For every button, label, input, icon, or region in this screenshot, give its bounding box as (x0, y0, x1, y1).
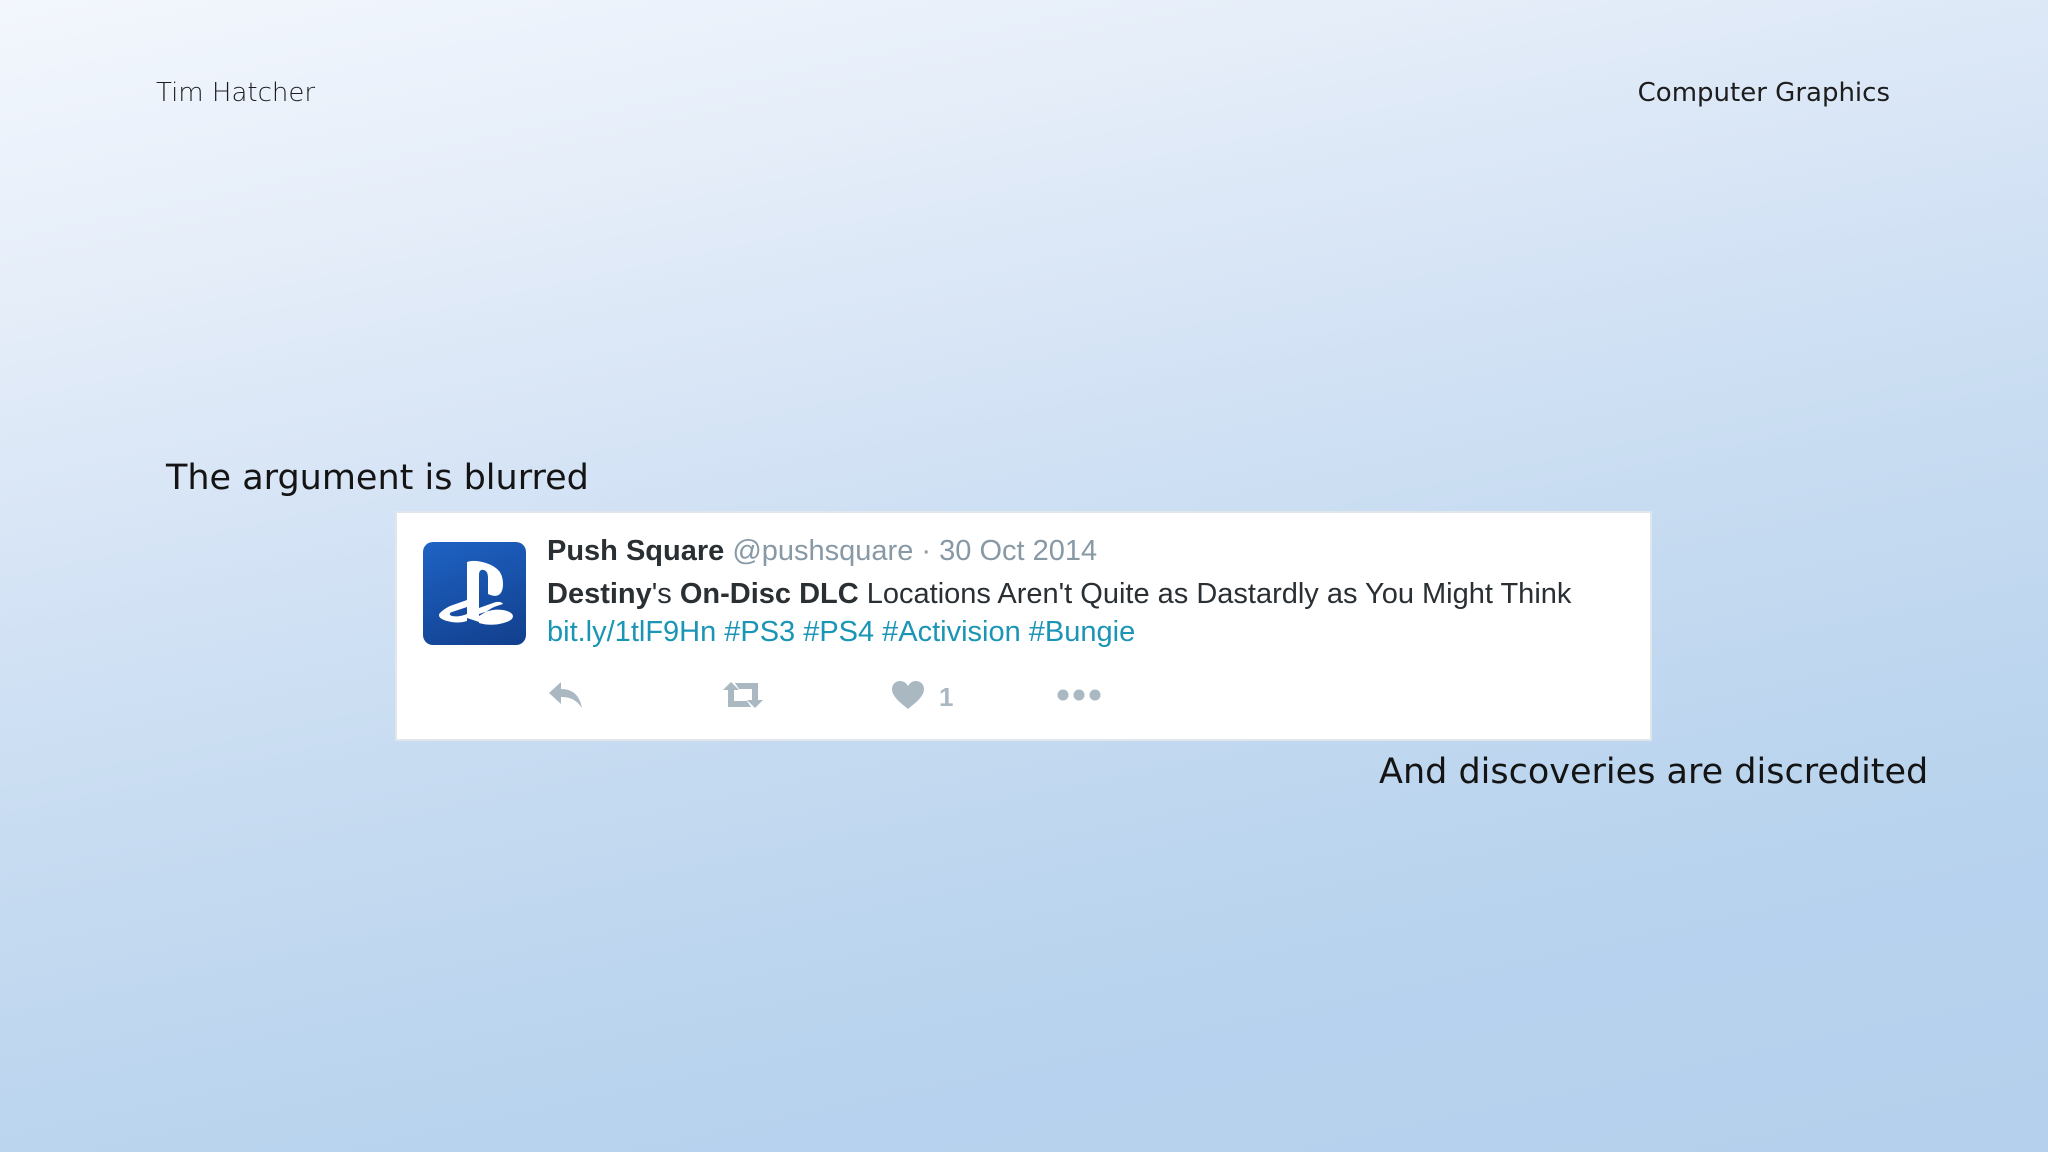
like-count: 1 (939, 681, 954, 712)
hashtag-ps3[interactable]: #PS3 (724, 616, 795, 648)
tweet-date[interactable]: 30 Oct 2014 (939, 535, 1097, 567)
tweet-links: bit.ly/1tlF9Hn #PS3 #PS4 #Activision #Bungie (547, 613, 1143, 651)
tweet-card: Push Square @pushsquare · 30 Oct 2014 De… (395, 511, 1652, 741)
playstation-logo-icon[interactable] (423, 542, 526, 645)
tweet-text-plain-2: Locations Aren't Quite as Dastardly as Y… (858, 578, 1572, 610)
author-name: Tim Hatcher (156, 78, 316, 108)
more-options-icon (1057, 688, 1101, 707)
tweet-text-bold-dlc: On-Disc DLC (679, 578, 859, 610)
caption-bottom: And discoveries are discredited (1379, 752, 1929, 792)
tweet-short-link[interactable]: bit.ly/1tlF9Hn (547, 616, 716, 648)
heart-icon (891, 680, 925, 715)
caption-top: The argument is blurred (166, 458, 589, 498)
tweet-header: Push Square @pushsquare · 30 Oct 2014 (547, 535, 1097, 568)
tweet-text-plain-1: 's (651, 578, 680, 610)
reply-button[interactable] (547, 677, 585, 717)
course-title: Computer Graphics (1637, 78, 1890, 108)
tweet-display-name[interactable]: Push Square (547, 535, 724, 567)
reply-icon (547, 680, 585, 715)
tweet-text-bold-destiny: Destiny (547, 578, 652, 610)
like-button[interactable]: 1 (891, 677, 953, 717)
more-options-button[interactable] (1057, 677, 1101, 717)
hashtag-bungie[interactable]: #Bungie (1029, 616, 1135, 648)
retweet-icon (721, 680, 765, 715)
hashtag-ps4[interactable]: #PS4 (803, 616, 874, 648)
tweet-text: Destiny's On-Disc DLC Locations Aren't Q… (547, 575, 1571, 613)
hashtag-activision[interactable]: #Activision (882, 616, 1021, 648)
tweet-actions: 1 (547, 677, 1147, 717)
tweet-handle[interactable]: @pushsquare (732, 535, 913, 567)
tweet-separator: · (921, 535, 932, 567)
retweet-button[interactable] (721, 677, 765, 717)
